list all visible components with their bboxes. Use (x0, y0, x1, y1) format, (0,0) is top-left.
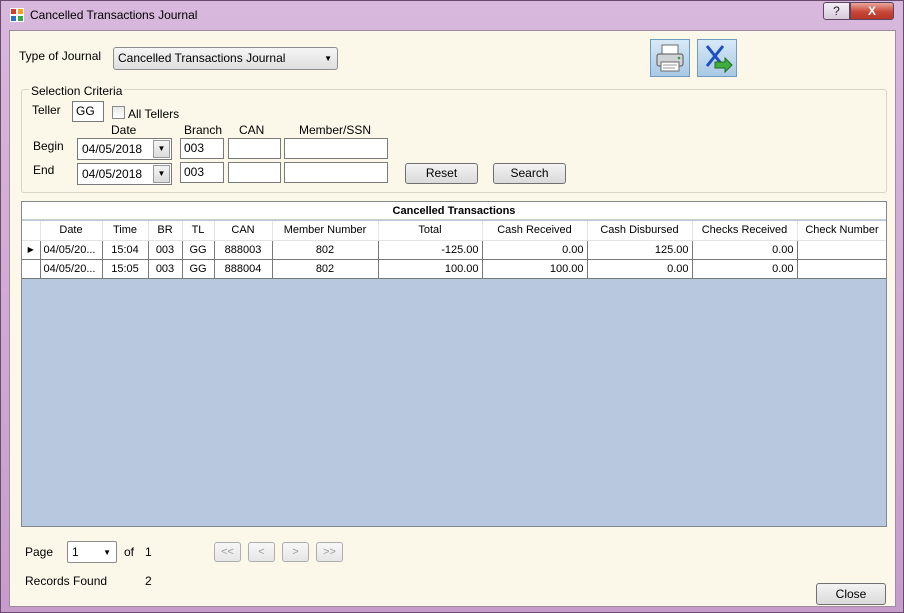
end-date-value: 04/05/2018 (82, 167, 143, 181)
transactions-table: Date Time BR TL CAN Member Number Total … (22, 221, 886, 279)
total-pages: 1 (145, 545, 152, 559)
cancelled-transactions-grid[interactable]: Cancelled Transactions Date Time BR TL C… (21, 201, 887, 527)
journal-type-label: Type of Journal (19, 49, 102, 63)
current-row-indicator-icon[interactable]: ▶ (22, 239, 41, 260)
cell-cash-disbursed[interactable]: 0.00 (586, 258, 693, 279)
printer-icon (656, 44, 684, 72)
client-area: Type of Journal Cancelled Transactions J… (9, 30, 896, 607)
last-page-button[interactable]: >> (316, 542, 343, 562)
column-header[interactable]: Total (378, 221, 483, 241)
column-header[interactable]: TL (182, 221, 215, 241)
cell-member-number[interactable]: 802 (271, 239, 379, 260)
begin-can-input[interactable] (228, 138, 281, 159)
begin-date-picker[interactable]: 04/05/2018 ▼ (77, 138, 172, 160)
begin-date-value: 04/05/2018 (82, 142, 143, 156)
cell-check-number[interactable] (796, 239, 886, 260)
cell-checks-received[interactable]: 0.00 (691, 239, 798, 260)
search-button[interactable]: Search (493, 163, 566, 184)
teller-label: Teller (32, 103, 61, 117)
member-ssn-column-label: Member/SSN (299, 123, 372, 137)
column-header[interactable]: Member Number (272, 221, 379, 241)
export-button[interactable] (697, 39, 737, 77)
cell-cash-received[interactable]: 100.00 (481, 258, 588, 279)
all-tellers-label: All Tellers (128, 107, 180, 121)
begin-member-input[interactable] (284, 138, 388, 159)
window-close-button[interactable]: X (850, 2, 894, 20)
table-row[interactable]: ▶ 04/05/20... 15:04 003 GG 888003 802 -1… (22, 239, 886, 260)
row-header-corner (22, 221, 41, 241)
grid-caption: Cancelled Transactions (22, 202, 886, 220)
chevron-down-icon: ▼ (103, 548, 111, 557)
of-label: of (124, 545, 135, 559)
export-icon (705, 45, 733, 74)
cell-date[interactable]: 04/05/20... (39, 239, 103, 260)
help-button[interactable]: ? (823, 2, 850, 20)
column-header[interactable]: CAN (214, 221, 273, 241)
selection-criteria-title: Selection Criteria (29, 84, 125, 98)
cell-can[interactable]: 888004 (213, 258, 273, 279)
cell-time[interactable]: 15:04 (101, 239, 149, 260)
end-can-input[interactable] (228, 162, 281, 183)
end-label: End (33, 163, 55, 177)
end-branch-input[interactable]: 003 (180, 162, 224, 183)
chevron-down-icon: ▼ (324, 54, 332, 63)
begin-branch-input[interactable]: 003 (180, 138, 224, 159)
window-title: Cancelled Transactions Journal (30, 8, 198, 22)
records-found-count: 2 (145, 574, 152, 588)
column-header[interactable]: Time (102, 221, 149, 241)
branch-column-label: Branch (184, 123, 223, 137)
cell-teller[interactable]: GG (181, 258, 215, 279)
app-logo-icon (10, 8, 24, 22)
row-header[interactable] (22, 258, 41, 279)
print-button[interactable] (650, 39, 690, 77)
cell-branch[interactable]: 003 (147, 258, 183, 279)
teller-input[interactable]: GG (72, 101, 104, 122)
end-date-picker[interactable]: 04/05/2018 ▼ (77, 163, 172, 185)
cell-total[interactable]: 100.00 (377, 258, 483, 279)
page-value: 1 (72, 545, 79, 559)
cell-date[interactable]: 04/05/20... (39, 258, 103, 279)
next-page-button[interactable]: > (282, 542, 309, 562)
journal-window: Cancelled Transactions Journal ? X Type … (0, 0, 904, 613)
reset-button[interactable]: Reset (405, 163, 478, 184)
journal-type-select[interactable]: Cancelled Transactions Journal ▼ (113, 47, 338, 70)
column-header[interactable]: Checks Received (692, 221, 798, 241)
page-select[interactable]: 1 ▼ (67, 541, 117, 563)
cell-time[interactable]: 15:05 (101, 258, 149, 279)
title-bar[interactable]: Cancelled Transactions Journal ? X (1, 1, 903, 29)
all-tellers-checkbox[interactable] (112, 106, 125, 119)
grid-header-row: Date Time BR TL CAN Member Number Total … (22, 221, 886, 241)
column-header[interactable]: Check Number (797, 221, 886, 241)
column-header[interactable]: Date (40, 221, 103, 241)
cell-total[interactable]: -125.00 (377, 239, 483, 260)
close-button[interactable]: Close (816, 583, 886, 605)
cell-teller[interactable]: GG (181, 239, 215, 260)
column-header[interactable]: Cash Received (482, 221, 588, 241)
cell-can[interactable]: 888003 (213, 239, 273, 260)
cell-check-number[interactable] (796, 258, 886, 279)
date-column-label: Date (111, 123, 137, 137)
cell-checks-received[interactable]: 0.00 (691, 258, 798, 279)
table-row[interactable]: 04/05/20... 15:05 003 GG 888004 802 100.… (22, 258, 886, 279)
calendar-dropdown-icon[interactable]: ▼ (153, 165, 170, 183)
journal-type-value: Cancelled Transactions Journal (118, 51, 286, 65)
can-column-label: CAN (239, 123, 265, 137)
cell-branch[interactable]: 003 (147, 239, 183, 260)
previous-page-button[interactable]: < (248, 542, 275, 562)
begin-label: Begin (33, 139, 64, 153)
records-found-label: Records Found (25, 574, 108, 588)
cell-member-number[interactable]: 802 (271, 258, 379, 279)
page-label: Page (25, 545, 54, 559)
cell-cash-disbursed[interactable]: 125.00 (586, 239, 693, 260)
calendar-dropdown-icon[interactable]: ▼ (153, 140, 170, 158)
cell-cash-received[interactable]: 0.00 (481, 239, 588, 260)
first-page-button[interactable]: << (214, 542, 241, 562)
end-member-input[interactable] (284, 162, 388, 183)
column-header[interactable]: Cash Disbursed (587, 221, 693, 241)
column-header[interactable]: BR (148, 221, 183, 241)
